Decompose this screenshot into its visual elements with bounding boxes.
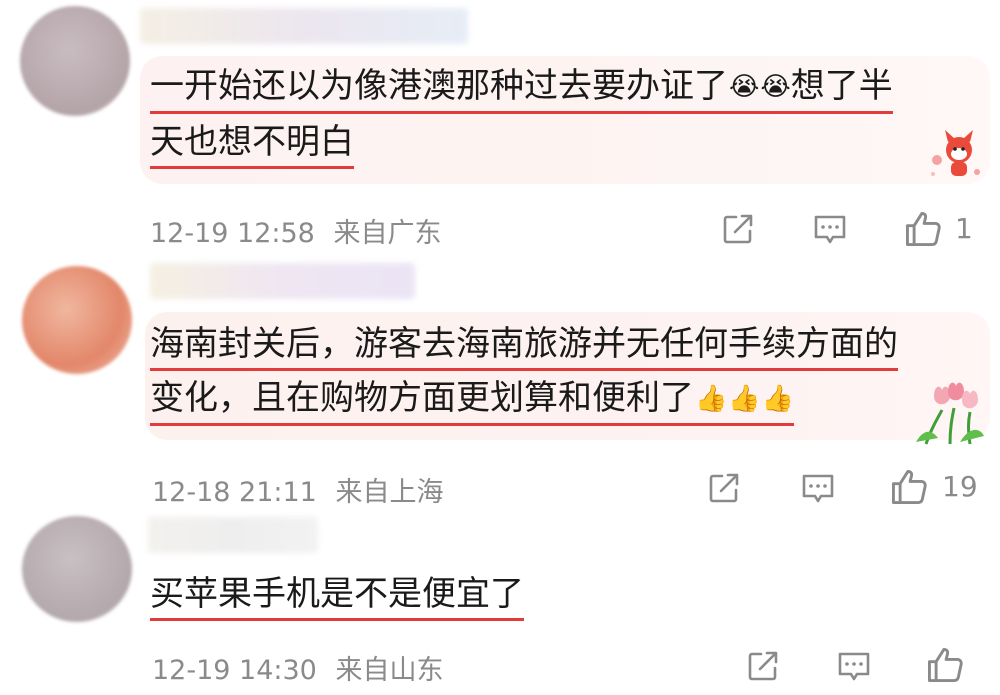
timestamp: 12-19 14:30 xyxy=(152,655,317,686)
thumbs-up-icon[interactable] xyxy=(925,645,965,685)
thumbs-up-icon[interactable] xyxy=(889,467,929,507)
fox-sticker-icon xyxy=(925,130,987,182)
tulip-sticker-icon xyxy=(912,378,988,446)
username-blurred[interactable] xyxy=(150,263,415,299)
username-blurred[interactable] xyxy=(140,8,468,44)
avatar[interactable] xyxy=(22,516,132,622)
location: 来自上海 xyxy=(335,477,444,508)
comment-icon[interactable] xyxy=(800,470,836,506)
location: 来自广东 xyxy=(333,218,442,249)
crying-laughing-emoji-icon: 😭 xyxy=(760,72,791,102)
like-count: 1 xyxy=(955,212,973,245)
share-icon[interactable] xyxy=(706,470,742,506)
comment-meta: 12-18 21:11 来自上海 xyxy=(152,470,443,509)
comment-icon[interactable] xyxy=(812,211,848,247)
comment-meta: 12-19 14:30 来自山东 xyxy=(152,648,443,687)
thumbs-up-emoji-icon: 👍 xyxy=(761,384,795,414)
comment-text-line: 变化，且在购物方面更划算和便利了👍👍👍 xyxy=(150,378,795,426)
timestamp: 12-18 21:11 xyxy=(152,477,317,508)
crying-laughing-emoji-icon: 😭 xyxy=(729,72,760,102)
comment-text-line: 天也想不明白 xyxy=(150,122,354,169)
share-icon[interactable] xyxy=(745,648,781,684)
location: 来自山东 xyxy=(335,655,444,686)
thumbs-up-icon[interactable] xyxy=(903,209,943,249)
avatar[interactable] xyxy=(22,266,132,374)
comment-text-line: 一开始还以为像港澳那种过去要办证了😭😭想了半 xyxy=(150,66,893,114)
avatar[interactable] xyxy=(20,6,130,116)
like-count: 19 xyxy=(942,470,978,503)
username-blurred[interactable] xyxy=(148,517,318,553)
comment-meta: 12-19 12:58 来自广东 xyxy=(150,211,441,250)
comment-text-line: 买苹果手机是不是便宜了 xyxy=(150,574,524,621)
thumbs-up-emoji-icon: 👍 xyxy=(728,384,761,414)
timestamp: 12-19 12:58 xyxy=(150,218,315,249)
comment-icon[interactable] xyxy=(836,648,872,684)
thumbs-up-emoji-icon: 👍 xyxy=(695,384,728,414)
share-icon[interactable] xyxy=(720,211,756,247)
comment-text-line: 海南封关后，游客去海南旅游并无任何手续方面的 xyxy=(150,324,898,371)
